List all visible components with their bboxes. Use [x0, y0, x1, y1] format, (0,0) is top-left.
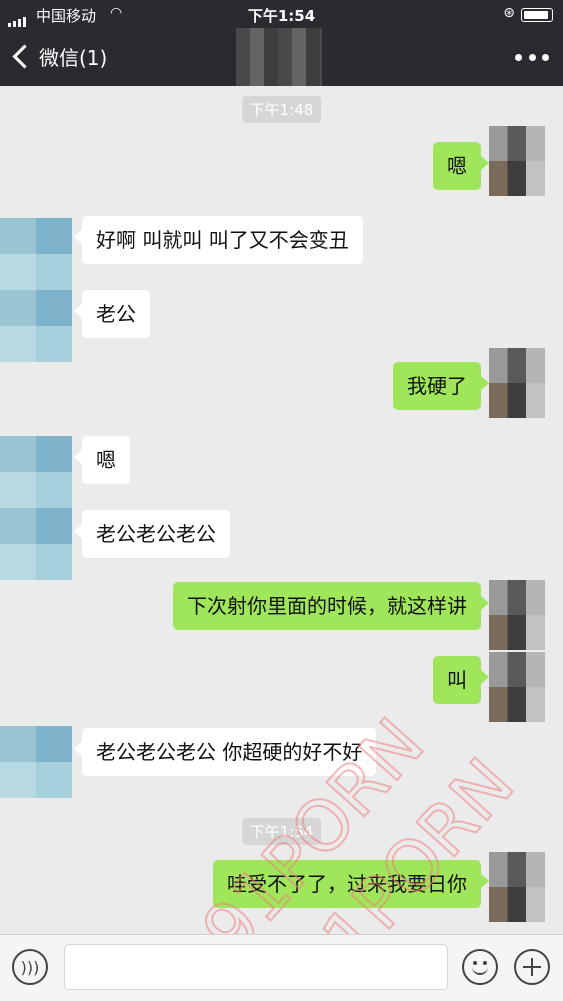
message-bubble-self[interactable]: 叫: [433, 656, 489, 704]
battery-icon: [521, 8, 553, 22]
message-bubble-contact[interactable]: 老公老公老公: [74, 510, 230, 558]
my-avatar[interactable]: [489, 580, 545, 650]
chat-area[interactable]: 下午1:48 嗯 好啊 叫就叫 叫了又不会变丑 老公 我硬了 嗯 老公老公老公 …: [0, 86, 563, 934]
my-avatar[interactable]: [489, 852, 545, 922]
my-avatar[interactable]: [489, 652, 545, 722]
clock: 下午1:54: [247, 7, 316, 25]
contact-avatar[interactable]: [0, 290, 72, 362]
message-bubble-self[interactable]: 嗯: [433, 142, 489, 190]
message-bubble-contact[interactable]: 老公: [74, 290, 150, 338]
back-label: 微信(1): [39, 45, 108, 70]
message-bubble-self[interactable]: 我硬了: [393, 362, 489, 410]
my-avatar[interactable]: [489, 348, 545, 418]
message-bubble-contact[interactable]: 好啊 叫就叫 叫了又不会变丑: [74, 216, 363, 264]
contact-avatar[interactable]: [0, 436, 72, 508]
voice-button[interactable]: ))): [12, 949, 48, 985]
back-button[interactable]: 微信(1): [10, 38, 107, 74]
rotation-lock-icon: ⊛: [503, 5, 515, 21]
message-bubble-contact[interactable]: 嗯: [74, 436, 130, 484]
my-avatar[interactable]: [489, 126, 545, 196]
blurred-contact-name: [236, 28, 322, 86]
more-dot-icon: [542, 53, 549, 61]
contact-avatar[interactable]: [0, 218, 72, 290]
timestamp: 下午1:54: [241, 818, 322, 845]
message-bubble-self[interactable]: 下次射你里面的时候，就这样讲: [173, 582, 489, 630]
voice-icon: ))): [20, 957, 40, 977]
message-bubble-contact[interactable]: 老公老公老公 你超硬的好不好: [73, 728, 377, 776]
input-bar: ))): [0, 934, 563, 1001]
message-input[interactable]: [64, 944, 448, 990]
nav-bar: 微信(1): [0, 28, 563, 86]
more-dot-icon: [515, 53, 522, 61]
more-dot-icon: [528, 53, 536, 61]
contact-avatar[interactable]: [0, 508, 72, 580]
emoji-button[interactable]: [462, 949, 498, 985]
contact-avatar[interactable]: [0, 726, 72, 798]
add-button[interactable]: [514, 949, 550, 985]
chevron-left-icon: [12, 43, 37, 69]
timestamp: 下午1:48: [241, 96, 322, 123]
status-bar: 中国移动 ◠ 下午1:54 ⊛: [0, 0, 563, 28]
more-button[interactable]: [515, 42, 549, 72]
message-bubble-self[interactable]: 哇受不了了，过来我要日你: [213, 860, 489, 908]
